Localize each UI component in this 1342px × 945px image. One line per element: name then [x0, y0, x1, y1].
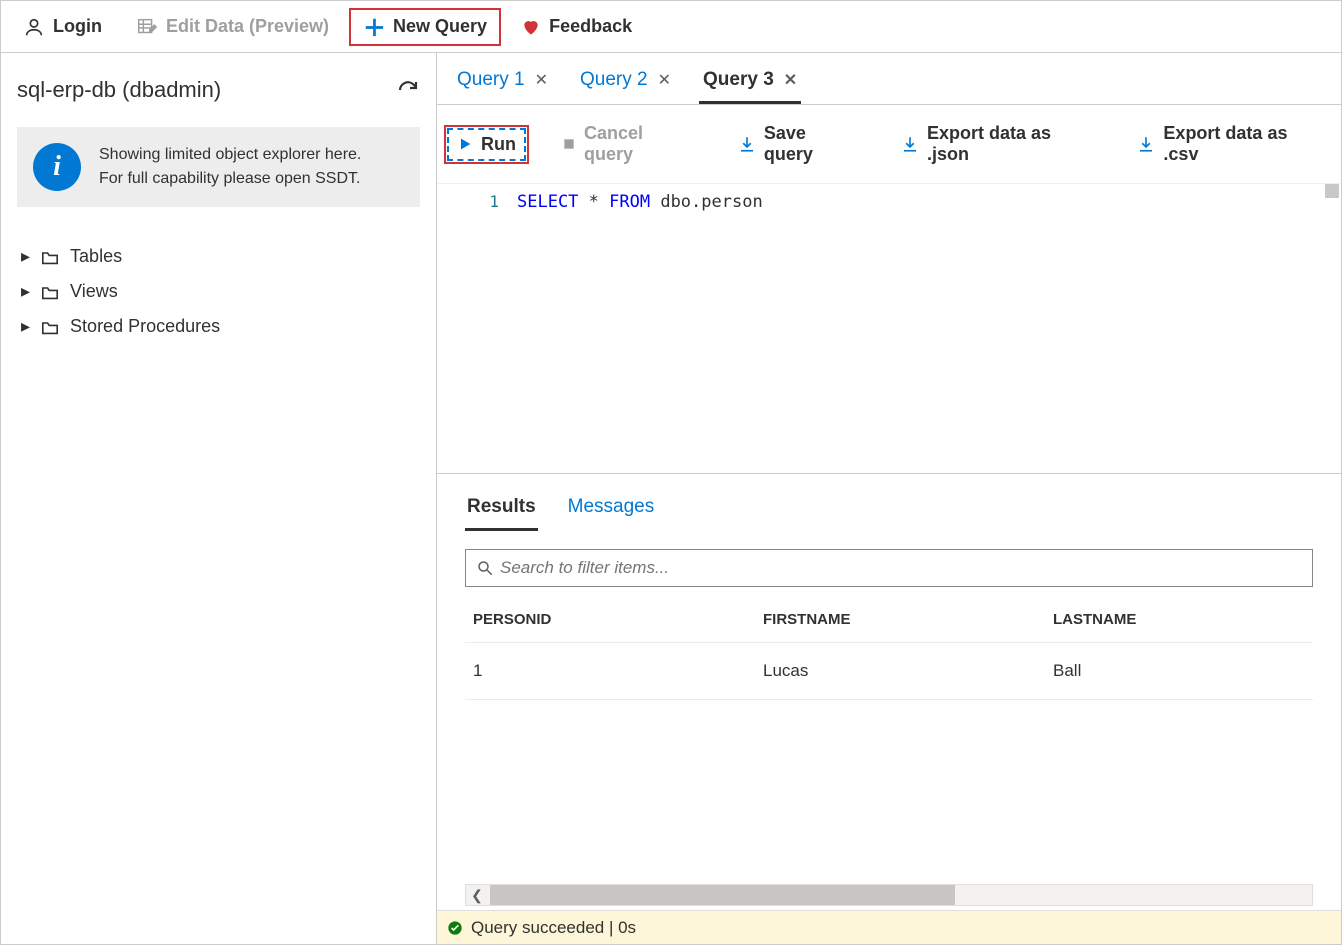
tree-tables[interactable]: ▸ Tables [21, 239, 420, 274]
tree-stored-procedures[interactable]: ▸ Stored Procedures [21, 309, 420, 344]
cell-firstname: Lucas [763, 661, 1053, 681]
col-personid[interactable]: PERSONID [473, 611, 763, 628]
database-title: sql-erp-db (dbadmin) [17, 77, 221, 103]
results-grid: PERSONID FIRSTNAME LASTNAME 1 Lucas Ball [465, 597, 1313, 700]
results-search[interactable] [465, 549, 1313, 587]
edit-data-button[interactable]: Edit Data (Preview) [122, 8, 343, 46]
query-tabs: Query 1 ✕ Query 2 ✕ Query 3 ✕ [437, 53, 1341, 105]
heart-icon [521, 17, 541, 37]
kw-from: FROM [609, 192, 650, 212]
edit-data-label: Edit Data (Preview) [166, 16, 329, 37]
close-icon[interactable]: ✕ [535, 70, 548, 90]
download-icon [1137, 135, 1155, 153]
code-star: * [578, 192, 609, 212]
folder-icon [40, 284, 60, 300]
col-lastname[interactable]: LASTNAME [1053, 611, 1305, 628]
object-explorer-sidebar: sql-erp-db (dbadmin) i Showing limited o… [1, 53, 437, 944]
download-icon [901, 135, 919, 153]
tab-query-2-label: Query 2 [580, 69, 648, 91]
results-horizontal-scrollbar[interactable]: ❮ ❯ [465, 884, 1313, 906]
new-query-button[interactable]: New Query [349, 8, 501, 46]
line-number: 1 [437, 184, 517, 473]
tree-tables-label: Tables [70, 246, 122, 267]
col-firstname[interactable]: FIRSTNAME [763, 611, 1053, 628]
top-toolbar: Login Edit Data (Preview) New Query Feed… [1, 1, 1341, 53]
cancel-label: Cancel query [584, 123, 694, 165]
save-query-button[interactable]: Save query [730, 119, 865, 169]
close-icon[interactable]: ✕ [784, 70, 797, 90]
info-banner: i Showing limited object explorer here. … [17, 127, 420, 207]
scrollbar-thumb[interactable] [490, 885, 955, 905]
table-edit-icon [136, 16, 158, 38]
scroll-left-icon[interactable]: ❮ [466, 887, 488, 904]
results-search-input[interactable] [494, 556, 1302, 580]
status-text: Query succeeded | 0s [471, 918, 636, 938]
close-icon[interactable]: ✕ [658, 70, 671, 90]
messages-tab-label: Messages [568, 496, 655, 517]
status-bar: Query succeeded | 0s [437, 910, 1341, 944]
export-csv-label: Export data as .csv [1163, 123, 1323, 165]
success-icon [447, 920, 463, 936]
run-label: Run [481, 134, 516, 155]
export-csv-button[interactable]: Export data as .csv [1129, 119, 1331, 169]
chevron-right-icon: ▸ [21, 246, 30, 267]
tree-sprocs-label: Stored Procedures [70, 316, 220, 337]
cancel-query-button: Cancel query [554, 119, 702, 169]
feedback-button[interactable]: Feedback [507, 8, 646, 45]
play-icon [457, 136, 473, 152]
tab-query-1-label: Query 1 [457, 69, 525, 91]
tree-views[interactable]: ▸ Views [21, 274, 420, 309]
new-query-label: New Query [393, 16, 487, 37]
tab-query-2[interactable]: Query 2 ✕ [576, 61, 675, 104]
info-icon: i [33, 143, 81, 191]
code-line[interactable]: SELECT * FROM dbo.person [517, 184, 1341, 473]
info-line-2: For full capability please open SSDT. [99, 167, 361, 191]
plus-icon [363, 16, 385, 38]
grid-header-row: PERSONID FIRSTNAME LASTNAME [465, 597, 1313, 643]
user-icon [23, 16, 45, 38]
folder-icon [40, 249, 60, 265]
messages-tab[interactable]: Messages [566, 488, 657, 531]
editor-scrollbar-thumb[interactable] [1325, 184, 1339, 198]
feedback-label: Feedback [549, 16, 632, 37]
tab-query-1[interactable]: Query 1 ✕ [453, 61, 552, 104]
tree-views-label: Views [70, 281, 118, 302]
refresh-icon[interactable] [396, 78, 420, 102]
chevron-right-icon: ▸ [21, 316, 30, 337]
login-button[interactable]: Login [9, 8, 116, 46]
cell-personid: 1 [473, 661, 763, 681]
results-tab-label: Results [467, 496, 536, 517]
code-rest: dbo.person [650, 192, 763, 212]
cell-lastname: Ball [1053, 661, 1305, 681]
results-tab[interactable]: Results [465, 488, 538, 531]
save-label: Save query [764, 123, 857, 165]
folder-icon [40, 319, 60, 335]
stop-icon [562, 137, 576, 151]
download-icon [738, 135, 756, 153]
export-json-label: Export data as .json [927, 123, 1093, 165]
run-button[interactable]: Run [447, 128, 526, 161]
tab-query-3[interactable]: Query 3 ✕ [699, 61, 801, 104]
table-row[interactable]: 1 Lucas Ball [465, 643, 1313, 700]
login-label: Login [53, 16, 102, 37]
chevron-right-icon: ▸ [21, 281, 30, 302]
search-icon [476, 559, 494, 577]
query-toolbar: Run Cancel query Save query Export data … [437, 105, 1341, 184]
info-line-1: Showing limited object explorer here. [99, 143, 361, 167]
results-panel: Results Messages PERSONID FIRSTNAME LAST… [437, 474, 1341, 944]
export-json-button[interactable]: Export data as .json [893, 119, 1101, 169]
tab-query-3-label: Query 3 [703, 69, 774, 91]
sql-editor[interactable]: 1 SELECT * FROM dbo.person [437, 184, 1341, 474]
kw-select: SELECT [517, 192, 578, 212]
